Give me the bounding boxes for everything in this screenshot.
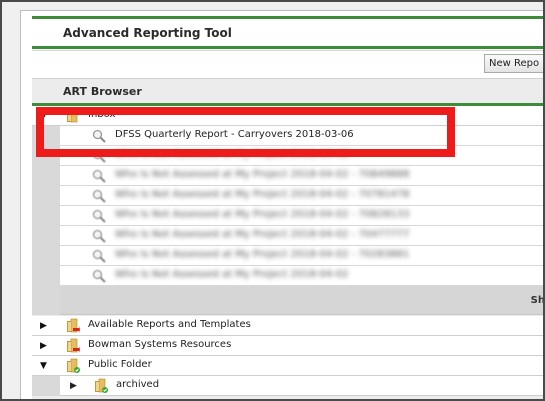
report-label: Who Is Not Assessed at My Project 2018-0…	[115, 229, 410, 240]
art-browser-title: ART Browser	[63, 85, 142, 98]
inbox-pager: Sh	[60, 286, 543, 315]
tree-row-archived[interactable]: ▶ archived	[60, 376, 543, 396]
report-row[interactable]: Who Is Not Assessed at My Project 2018-0…	[60, 246, 543, 266]
magnifier-icon	[92, 249, 106, 263]
report-row[interactable]: DFSS Quarterly Report - Carryovers 2018-…	[60, 126, 543, 146]
tree-row-public-folder[interactable]: ▼ Public Folder	[32, 356, 543, 376]
tree-indent	[32, 376, 60, 396]
magnifier-icon	[92, 229, 106, 243]
report-row[interactable]: Who Is Not Assessed at My Project 2018-0…	[60, 166, 543, 186]
magnifier-icon	[92, 209, 106, 223]
folder-red-arrow-icon	[66, 338, 80, 353]
report-label: Who Is Not Assessed at My Project 2018-0…	[115, 209, 410, 220]
tree-row-available-reports[interactable]: ▶ Available Reports and Templates	[32, 316, 543, 336]
report-row[interactable]: Who Is Not Assessed at My Project 2018-0…	[60, 266, 543, 286]
tree-row-bowman-resources[interactable]: ▶ Bowman Systems Resources	[32, 336, 543, 356]
tree-item-label: Available Reports and Templates	[88, 319, 251, 330]
report-row[interactable]: Who Is Not Assessed at My Project 2018-0…	[60, 146, 543, 166]
expand-toggle-icon[interactable]: ▶	[70, 381, 77, 391]
page-title: Advanced Reporting Tool	[63, 26, 232, 40]
title-accent-line	[32, 46, 543, 49]
report-label: Who Is Not Assessed at My Project 2018-0…	[115, 189, 410, 200]
magnifier-icon	[92, 269, 106, 283]
tree-item-label: Public Folder	[88, 359, 152, 370]
report-row[interactable]: Who Is Not Assessed at My Project 2018-0…	[60, 206, 543, 226]
folder-icon	[66, 108, 80, 123]
report-label: DFSS Quarterly Report - Carryovers 2018-…	[115, 129, 354, 140]
folder-red-arrow-icon	[66, 318, 80, 333]
title-divider	[32, 50, 543, 51]
expand-toggle-icon[interactable]: ▶	[40, 341, 47, 351]
tree-indent	[32, 126, 60, 315]
expand-toggle-icon[interactable]: ▶	[40, 321, 47, 331]
tree-item-label: archived	[116, 379, 160, 390]
app-frame: Advanced Reporting Tool New Repo ART Bro…	[0, 0, 545, 401]
report-label: Who Is Not Assessed at My Project 2018-0…	[115, 149, 349, 160]
report-label: Who Is Not Assessed at My Project 2018-0…	[115, 269, 349, 280]
magnifier-icon	[92, 169, 106, 183]
collapse-toggle-icon[interactable]: ▼	[40, 361, 47, 371]
folder-green-check-icon	[66, 358, 80, 373]
report-label: Who Is Not Assessed at My Project 2018-0…	[115, 249, 410, 260]
collapse-toggle-icon[interactable]: ▼	[40, 111, 47, 121]
new-report-button[interactable]: New Repo	[484, 54, 543, 73]
report-label: Who Is Not Assessed at My Project 2018-0…	[115, 169, 410, 180]
folder-green-check-icon	[94, 378, 108, 393]
magnifier-icon	[92, 129, 106, 143]
tree-item-label: Bowman Systems Resources	[88, 339, 232, 350]
report-row[interactable]: Who Is Not Assessed at My Project 2018-0…	[60, 226, 543, 246]
tree-row-inbox[interactable]: ▼ Inbox	[32, 106, 543, 126]
magnifier-icon	[92, 189, 106, 203]
pager-show-label[interactable]: Sh	[531, 295, 543, 306]
magnifier-icon	[92, 149, 106, 163]
report-row[interactable]: Who Is Not Assessed at My Project 2018-0…	[60, 186, 543, 206]
tree-item-label: Inbox	[88, 109, 116, 120]
top-accent-line	[32, 16, 543, 19]
